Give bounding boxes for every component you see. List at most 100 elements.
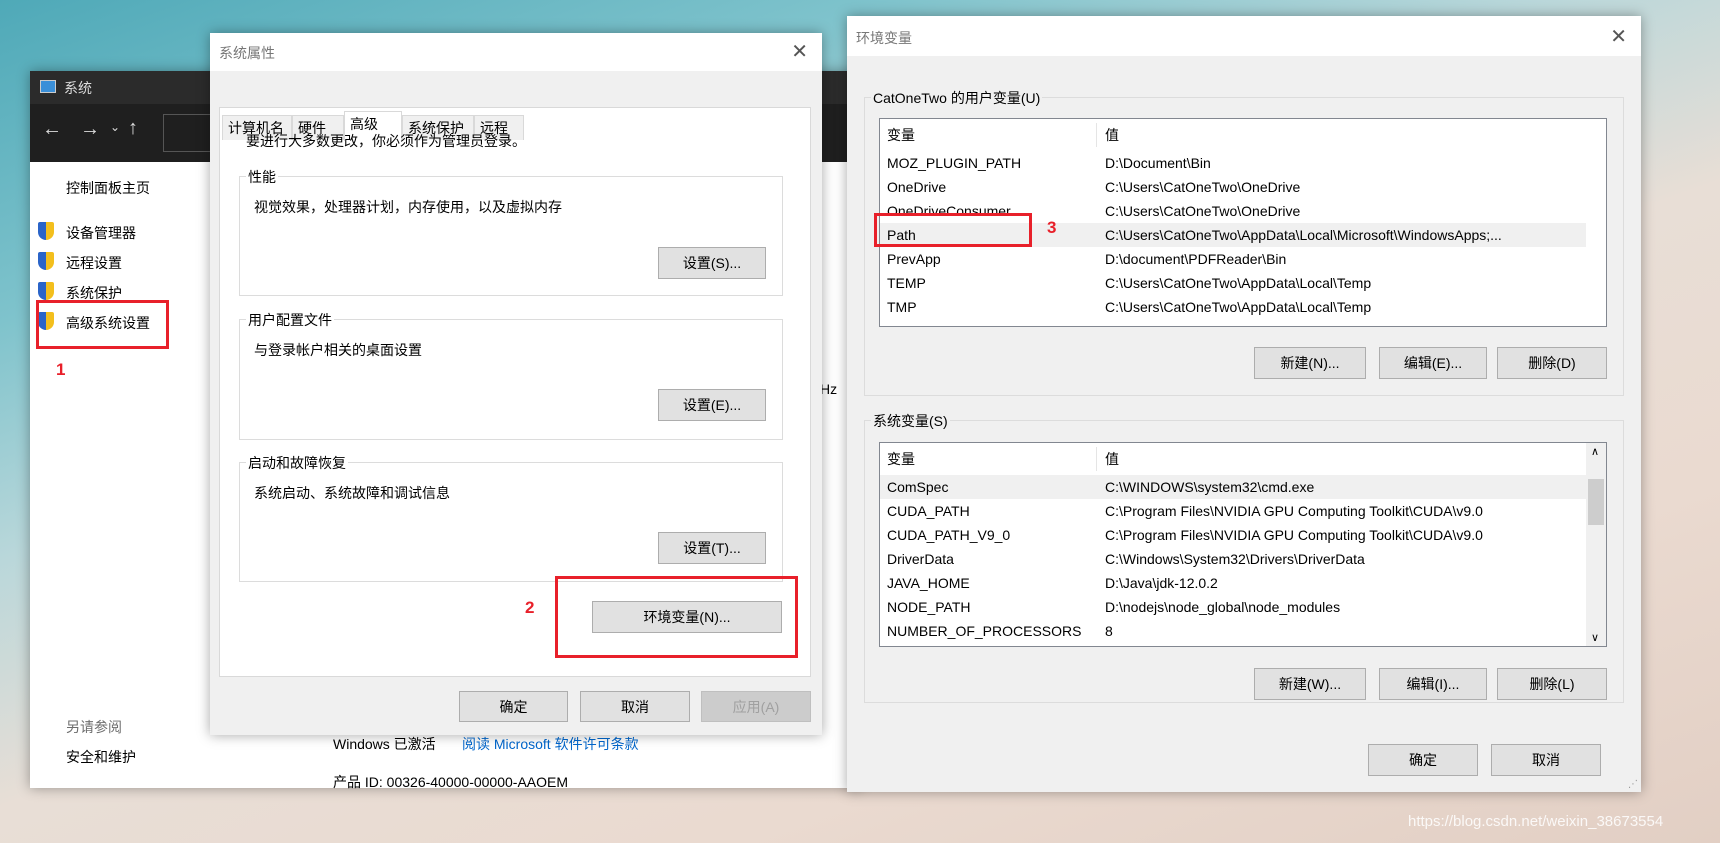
- system-edit-button[interactable]: 编辑(I)...: [1379, 668, 1487, 700]
- scroll-up-icon[interactable]: ∧: [1591, 445, 1599, 458]
- environment-variables-dialog: 环境变量 ✕ CatOneTwo 的用户变量(U) 变量 值 MOZ_PLUGI…: [847, 16, 1641, 792]
- scrollbar[interactable]: ∧ ∨: [1586, 443, 1606, 646]
- variable-name: CUDA_PATH: [887, 503, 970, 519]
- dialog-title: 系统属性: [219, 45, 275, 61]
- table-row[interactable]: TEMP C:\Users\CatOneTwo\AppData\Local\Tem…: [880, 271, 1586, 295]
- startup-settings-button[interactable]: 设置(T)...: [658, 532, 766, 564]
- computer-icon: [40, 80, 56, 93]
- variable-name: NUMBER_OF_PROCESSORS: [887, 623, 1082, 639]
- group-label: 系统变量(S): [871, 411, 950, 431]
- user-new-button[interactable]: 新建(N)...: [1254, 347, 1366, 379]
- user-delete-button[interactable]: 删除(D): [1497, 347, 1607, 379]
- watermark: https://blog.csdn.net/weixin_38673554: [1408, 813, 1664, 830]
- resize-grip-icon[interactable]: ⋰: [1628, 779, 1638, 790]
- ok-button[interactable]: 确定: [459, 691, 568, 722]
- variable-value: D:\nodejs\node_global\node_modules: [1105, 599, 1341, 615]
- up-icon[interactable]: ↑: [128, 117, 138, 140]
- variable-name: TMP: [887, 299, 917, 315]
- table-row[interactable]: CUDA_PATH_V9_0 C:\Program Files\NVIDIA GP…: [880, 523, 1586, 547]
- variable-value: C:\WINDOWS\system32\cmd.exe: [1105, 479, 1315, 495]
- table-row[interactable]: ComSpec C:\WINDOWS\system32\cmd.exe: [880, 475, 1586, 499]
- table-row[interactable]: NVCUDASAMPLES_ROOT C:\ProgramData\NVIDIA …: [880, 643, 1586, 646]
- shield-icon: [38, 222, 54, 240]
- variable-value: C:\Users\CatOneTwo\AppData\Local\Microso…: [1105, 227, 1502, 243]
- variable-name: TEMP: [887, 275, 926, 291]
- variable-value: C:\Program Files\NVIDIA GPU Computing To…: [1105, 503, 1483, 519]
- shield-icon: [38, 252, 54, 270]
- sidebar-item-label: 设备管理器: [66, 225, 136, 241]
- column-header-value[interactable]: 值: [1105, 447, 1119, 471]
- performance-settings-button[interactable]: 设置(S)...: [658, 247, 766, 279]
- group-label: CatOneTwo 的用户变量(U): [871, 88, 1043, 108]
- cancel-button[interactable]: 取消: [1491, 744, 1601, 776]
- annotation-box-2: [555, 576, 798, 658]
- profile-settings-button[interactable]: 设置(E)...: [658, 389, 766, 421]
- license-link[interactable]: 阅读 Microsoft 软件许可条款: [462, 734, 639, 754]
- variable-name: DriverData: [887, 551, 954, 567]
- shield-icon: [38, 282, 54, 300]
- group-label: 性能: [246, 167, 278, 187]
- variable-value: D:\Java\jdk-12.0.2: [1105, 575, 1218, 591]
- sidebar-item-protection[interactable]: 系统保护: [38, 282, 238, 302]
- variable-value: D:\Document\Bin: [1105, 155, 1211, 171]
- variable-value: C:\Program Files\NVIDIA GPU Computing To…: [1105, 527, 1483, 543]
- list-header: 变量 值: [880, 123, 1606, 149]
- variable-name: ComSpec: [887, 479, 949, 495]
- system-variables-list[interactable]: 变量 值 ∧ ∨ ComSpec C:\WINDOWS\system32\cmd.…: [879, 442, 1607, 647]
- variable-name: MOZ_PLUGIN_PATH: [887, 155, 1022, 171]
- variable-name: CUDA_PATH_V9_0: [887, 527, 1011, 543]
- user-edit-button[interactable]: 编辑(E)...: [1379, 347, 1487, 379]
- group-description: 视觉效果，处理器计划，内存使用，以及虚拟内存: [254, 199, 562, 215]
- sidebar-item-remote[interactable]: 远程设置: [38, 252, 238, 272]
- annotation-box-3: [874, 213, 1032, 247]
- variable-name: OneDrive: [887, 179, 947, 195]
- table-row[interactable]: DriverData C:\Windows\System32\Drivers\Dr…: [880, 547, 1586, 571]
- variable-value: C:\ProgramData\NVIDIA Corporation\CUDA S…: [1105, 643, 1464, 646]
- security-link[interactable]: 安全和维护: [66, 747, 136, 767]
- system-new-button[interactable]: 新建(W)...: [1254, 668, 1366, 700]
- table-row[interactable]: OneDrive C:\Users\CatOneTwo\OneDrive: [880, 175, 1586, 199]
- group-label: 用户配置文件: [246, 310, 334, 330]
- table-row[interactable]: TMP C:\Users\CatOneTwo\AppData\Local\Temp: [880, 295, 1586, 319]
- admin-note: 要进行大多数更改，你必须作为管理员登录。: [246, 133, 526, 149]
- column-header-variable[interactable]: 变量: [887, 447, 1097, 471]
- variable-name: NODE_PATH: [887, 599, 971, 615]
- variable-value: C:\Users\CatOneTwo\OneDrive: [1105, 203, 1301, 219]
- table-row[interactable]: PrevApp D:\document\PDFReader\Bin: [880, 247, 1586, 271]
- column-header-variable[interactable]: 变量: [887, 123, 1097, 147]
- sidebar-item-device-manager[interactable]: 设备管理器: [38, 222, 238, 242]
- variable-value: D:\document\PDFReader\Bin: [1105, 251, 1287, 267]
- table-row[interactable]: NUMBER_OF_PROCESSORS 8: [880, 619, 1586, 643]
- apply-button: 应用(A): [701, 691, 811, 722]
- chevron-down-icon[interactable]: ⌄: [110, 120, 120, 134]
- system-delete-button[interactable]: 删除(L): [1497, 668, 1607, 700]
- product-id: 产品 ID: 00326-40000-00000-AAOEM: [333, 774, 569, 790]
- variable-value: C:\Users\CatOneTwo\AppData\Local\Temp: [1105, 275, 1372, 291]
- variable-name: PrevApp: [887, 251, 941, 267]
- table-row[interactable]: CUDA_PATH C:\Program Files\NVIDIA GPU Com…: [880, 499, 1586, 523]
- group-label: 启动和故障恢复: [246, 453, 348, 473]
- back-icon[interactable]: ←: [42, 118, 62, 141]
- cancel-button[interactable]: 取消: [580, 691, 690, 722]
- annotation-number-3: 3: [1047, 218, 1057, 237]
- sidebar-home-link[interactable]: 控制面板主页: [66, 178, 150, 198]
- startup-recovery-group: 启动和故障恢复 系统启动、系统故障和调试信息: [239, 453, 783, 582]
- scrollbar-thumb[interactable]: [1588, 479, 1604, 525]
- variable-name: JAVA_HOME: [887, 575, 970, 591]
- close-icon[interactable]: ✕: [791, 39, 808, 64]
- annotation-number-1: 1: [56, 360, 66, 379]
- table-row[interactable]: JAVA_HOME D:\Java\jdk-12.0.2: [880, 571, 1586, 595]
- column-header-value[interactable]: 值: [1105, 123, 1119, 147]
- variable-value: C:\Users\CatOneTwo\OneDrive: [1105, 179, 1301, 195]
- table-row[interactable]: MOZ_PLUGIN_PATH D:\Document\Bin: [880, 151, 1586, 175]
- dialog-title: 环境变量: [856, 30, 912, 46]
- close-icon[interactable]: ✕: [1610, 24, 1627, 49]
- sidebar-item-label: 远程设置: [66, 255, 122, 271]
- annotation-box-1: [36, 300, 169, 349]
- scroll-down-icon[interactable]: ∨: [1591, 631, 1599, 644]
- ok-button[interactable]: 确定: [1368, 744, 1478, 776]
- user-profiles-group: 用户配置文件 与登录帐户相关的桌面设置: [239, 310, 783, 440]
- forward-icon[interactable]: →: [80, 118, 100, 141]
- partial-text: Hz: [820, 381, 838, 397]
- table-row[interactable]: NODE_PATH D:\nodejs\node_global\node_modu…: [880, 595, 1586, 619]
